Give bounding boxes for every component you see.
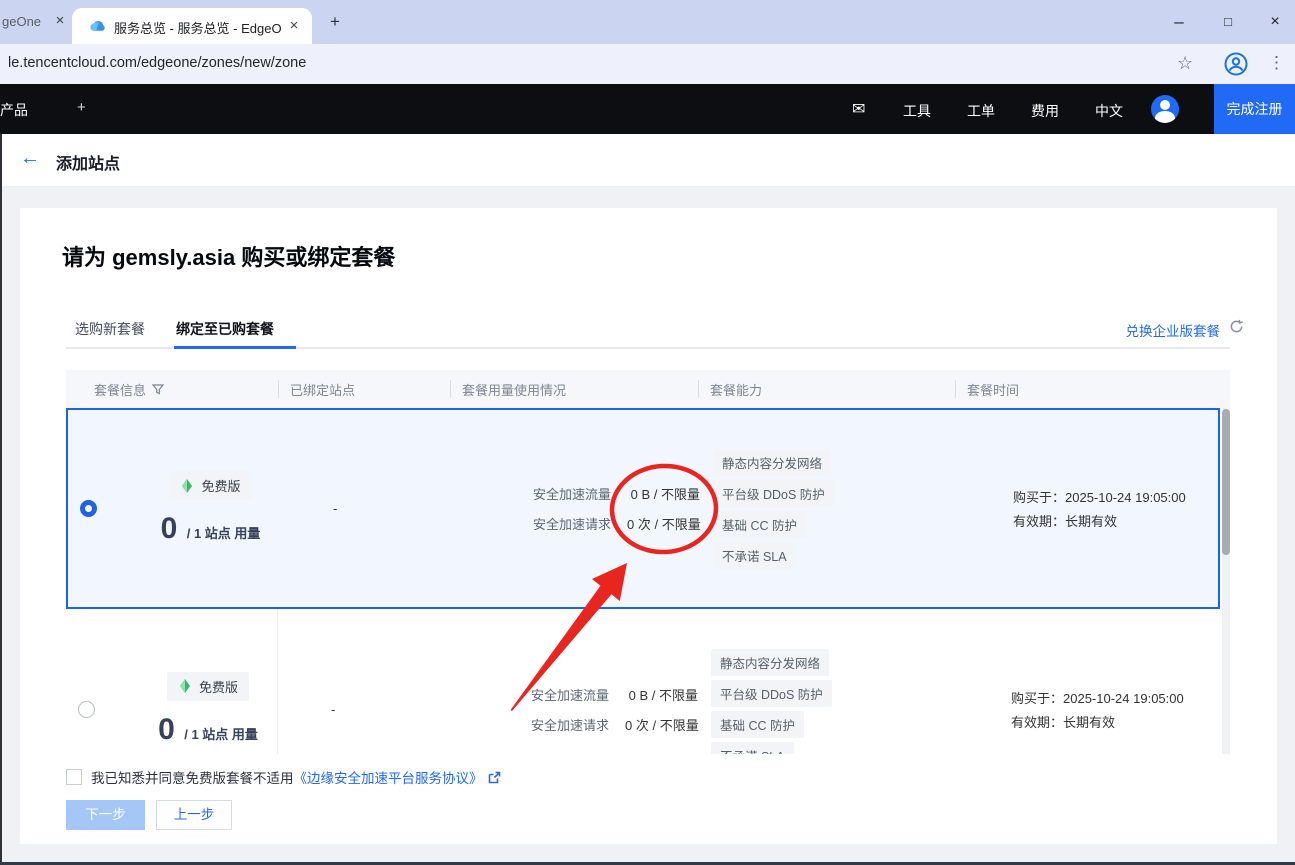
- active-tab[interactable]: 服务总览 - 服务总览 - EdgeOn ×: [72, 8, 312, 44]
- back-arrow-icon[interactable]: ←: [20, 147, 40, 170]
- plan-selection-card: 请为 gemsly.asia 购买或绑定套餐 选购新套餐 绑定至已购套餐 兑换企…: [20, 208, 1277, 844]
- new-tab-button[interactable]: +: [324, 11, 346, 33]
- cell-plan-info: 免费版 0 / 1 站点 用量: [68, 410, 280, 607]
- external-link-icon[interactable]: [488, 771, 501, 784]
- plan-block: 免费版 0 / 1 站点 用量: [141, 471, 280, 546]
- nav-item-language[interactable]: 中文: [1095, 101, 1123, 121]
- browser-tab-strip: geOne × 服务总览 - 服务总览 - EdgeOn × + – □ ×: [0, 0, 1295, 44]
- header-capabilities: 套餐能力: [698, 370, 955, 408]
- header-plan-time: 套餐时间: [955, 370, 1230, 408]
- capability-badge: 平台级 DDoS 防护: [713, 480, 834, 507]
- previous-step-button[interactable]: 上一步: [156, 800, 232, 830]
- window-edge-left: [0, 134, 2, 865]
- window-close-button[interactable]: ×: [1262, 10, 1288, 34]
- tab-buy-new-plan[interactable]: 选购新套餐: [75, 319, 145, 339]
- page-title: 添加站点: [56, 150, 120, 174]
- usage-label: 安全加速流量: [531, 685, 613, 704]
- cell-capabilities: 静态内容分发网络 平台级 DDoS 防护 基础 CC 防护 不承诺 SLA: [700, 410, 957, 607]
- usage-value: 0 B / 不限量: [631, 484, 700, 503]
- cell-capabilities: 静态内容分发网络 平台级 DDoS 防护 基础 CC 防护 不承诺 SLA: [698, 609, 955, 754]
- nav-item-tickets[interactable]: 工单: [967, 101, 995, 121]
- capability-badge: 不承诺 SLA: [711, 742, 794, 754]
- table-scrollbar-thumb[interactable]: [1222, 409, 1230, 555]
- capability-badge: 静态内容分发网络: [713, 449, 831, 476]
- avatar-body: [1155, 111, 1175, 123]
- plan-block: 免费版 0 / 1 站点 用量: [139, 672, 277, 747]
- filter-icon[interactable]: [152, 383, 164, 395]
- agreement-checkbox[interactable]: [66, 769, 82, 785]
- nav-item-tools[interactable]: 工具: [903, 101, 931, 121]
- table-scrollbar: [1222, 408, 1230, 754]
- refresh-icon[interactable]: [1229, 319, 1244, 334]
- window-minimize-button[interactable]: –: [1166, 10, 1192, 34]
- next-step-button[interactable]: 下一步: [66, 800, 145, 830]
- tab-close-icon[interactable]: ×: [50, 11, 70, 31]
- usage-value: 0 B / 不限量: [629, 685, 698, 704]
- bookmark-star-icon[interactable]: ☆: [1177, 53, 1193, 74]
- capability-badge: 平台级 DDoS 防护: [711, 680, 832, 707]
- nav-plus-icon[interactable]: +: [77, 99, 86, 116]
- avatar-head: [1160, 100, 1170, 110]
- usage-value: 0 次 / 不限量: [627, 514, 701, 533]
- plan-badge: 免费版: [169, 471, 251, 500]
- background-tab-title[interactable]: geOne: [2, 14, 41, 29]
- cell-bound-sites: -: [278, 609, 450, 754]
- plan-tabs: 选购新套餐 绑定至已购套餐 兑换企业版套餐: [66, 311, 1230, 349]
- capability-badge: 不承诺 SLA: [713, 542, 796, 569]
- table-body: 免费版 0 / 1 站点 用量 - 安全加速流量 0 B / 不限量 安全加速请求…: [66, 408, 1230, 754]
- usage-label: 安全加速流量: [533, 484, 615, 503]
- header-usage: 套餐用量使用情况: [450, 370, 698, 408]
- nav-products[interactable]: 云产品: [0, 100, 28, 120]
- agreement-row: 我已知悉并同意免费版套餐不适用 《边缘安全加速平台服务协议》: [66, 767, 501, 787]
- card-title: 请为 gemsly.asia 购买或绑定套餐: [62, 240, 395, 272]
- usage-label: 安全加速请求: [533, 514, 611, 533]
- cell-plan-time: 购买于：2025-10-24 19:05:00 有效期：长期有效: [957, 410, 1218, 607]
- redeem-enterprise-link[interactable]: 兑换企业版套餐: [1126, 320, 1221, 340]
- tab-close-icon[interactable]: ×: [285, 17, 303, 35]
- active-tab-title: 服务总览 - 服务总览 - EdgeOn: [114, 18, 282, 37]
- page-background: 请为 gemsly.asia 购买或绑定套餐 选购新套餐 绑定至已购套餐 兑换企…: [0, 186, 1295, 865]
- console-topnav: 云产品 + ✉ 工具 工单 费用 中文 完成注册: [0, 84, 1295, 134]
- cell-bound-sites: -: [280, 410, 452, 607]
- header-bound-sites: 已绑定站点: [278, 370, 450, 408]
- plan-row-selected[interactable]: 免费版 0 / 1 站点 用量 - 安全加速流量 0 B / 不限量 安全加速请求…: [66, 408, 1220, 609]
- mail-icon[interactable]: ✉: [852, 99, 865, 119]
- capability-badge: 静态内容分发网络: [711, 649, 829, 676]
- complete-registration-button[interactable]: 完成注册: [1214, 84, 1295, 134]
- plan-diamond-icon: [178, 679, 192, 693]
- plan-quota: 0 / 1 站点 用量: [141, 512, 280, 546]
- plan-radio[interactable]: [78, 701, 95, 718]
- cell-plan-time: 购买于：2025-10-24 19:05:00 有效期：长期有效: [955, 609, 1220, 754]
- user-avatar[interactable]: [1151, 95, 1179, 123]
- usage-value: 0 次 / 不限量: [625, 715, 699, 734]
- table-header: 套餐信息 已绑定站点 套餐用量使用情况 套餐能力 套餐时间: [66, 370, 1230, 408]
- usage-label: 安全加速请求: [531, 715, 609, 734]
- active-tab-underline: [174, 346, 296, 349]
- page-header: ← 添加站点: [0, 134, 1295, 186]
- edgeone-favicon-icon: [89, 18, 106, 35]
- plan-quota: 0 / 1 站点 用量: [139, 713, 277, 747]
- tab-bind-existing-plan[interactable]: 绑定至已购套餐: [176, 319, 274, 339]
- window-maximize-button[interactable]: □: [1215, 10, 1241, 34]
- agreement-link[interactable]: 《边缘安全加速平台服务协议》: [294, 767, 483, 787]
- plan-badge: 免费版: [167, 672, 249, 701]
- address-bar[interactable]: le.tencentcloud.com/edgeone/zones/new/zo…: [8, 55, 306, 71]
- browser-toolbar: le.tencentcloud.com/edgeone/zones/new/zo…: [0, 44, 1295, 84]
- browser-menu-icon[interactable]: ⋮: [1268, 53, 1285, 73]
- cell-usage: 安全加速流量 0 B / 不限量 安全加速请求 0 次 / 不限量: [450, 609, 698, 754]
- plan-diamond-icon: [180, 479, 194, 493]
- nav-item-billing[interactable]: 费用: [1031, 101, 1059, 121]
- wizard-buttons: 下一步 上一步: [66, 800, 232, 830]
- agreement-text: 我已知悉并同意免费版套餐不适用: [91, 767, 294, 787]
- profile-icon[interactable]: [1224, 52, 1248, 76]
- plan-row[interactable]: 免费版 0 / 1 站点 用量 - 安全加速流量 0 B / 不限量 安全加速请求…: [66, 609, 1220, 754]
- header-plan-info: 套餐信息: [66, 370, 278, 408]
- capability-badge: 基础 CC 防护: [713, 511, 806, 538]
- cell-usage: 安全加速流量 0 B / 不限量 安全加速请求 0 次 / 不限量: [452, 410, 700, 607]
- plan-radio-selected[interactable]: [80, 500, 97, 517]
- capability-badge: 基础 CC 防护: [711, 711, 804, 738]
- cell-plan-info: 免费版 0 / 1 站点 用量: [66, 609, 278, 754]
